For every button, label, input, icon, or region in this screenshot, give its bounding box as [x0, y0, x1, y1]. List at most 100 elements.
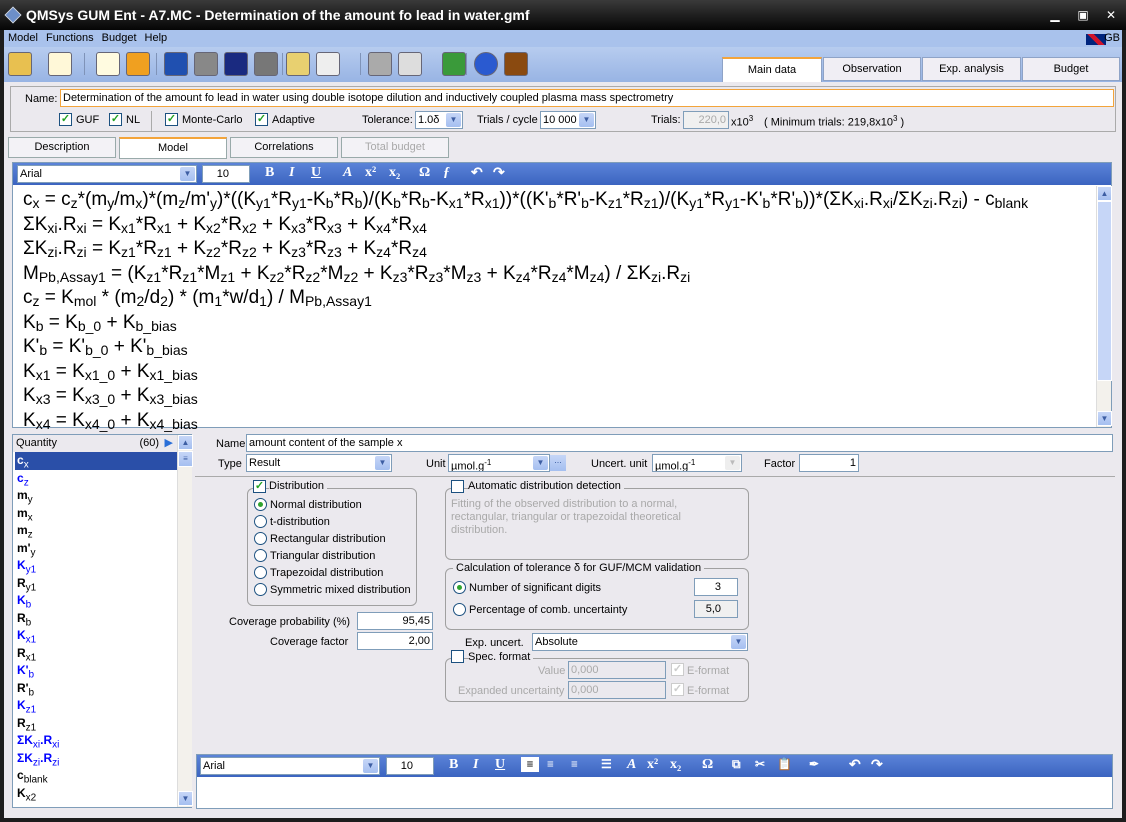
align-left-button[interactable]: ≡	[521, 757, 539, 772]
marker-icon[interactable]: ✒	[809, 757, 819, 772]
adaptive-checkbox[interactable]: ✓	[255, 113, 268, 126]
type-select[interactable]: Result ▼	[246, 454, 392, 472]
exp-uncert-select[interactable]: Absolute ▼	[532, 633, 748, 651]
factor-input[interactable]: 1	[799, 454, 859, 472]
save-icon[interactable]	[194, 52, 218, 76]
tab-budget[interactable]: Budget	[1022, 57, 1120, 81]
font-color-icon[interactable]: A	[343, 165, 352, 181]
quantity-item[interactable]: ΣKxi.Rxi	[15, 732, 177, 750]
auto-detect-checkbox[interactable]	[451, 480, 464, 493]
coverage-probability-input[interactable]: 95,45	[357, 612, 433, 630]
uncert-unit-select[interactable]: µmol.g-1 ▼	[652, 454, 742, 472]
underline-button[interactable]: U	[495, 757, 505, 773]
distribution-checkbox[interactable]: ✓	[253, 480, 266, 493]
quantity-name-input[interactable]: amount content of the sample x	[246, 434, 1113, 452]
undo-icon[interactable]: ↶	[471, 165, 483, 182]
export-excel-icon[interactable]	[442, 52, 466, 76]
quantity-item[interactable]: mz	[15, 522, 177, 540]
bold-button[interactable]: B	[265, 165, 274, 181]
align-right-button[interactable]: ≡	[571, 757, 578, 772]
bullet-list-button[interactable]: ☰	[601, 757, 612, 772]
italic-button[interactable]: I	[473, 757, 478, 773]
superscript-button[interactable]: x²	[647, 757, 658, 773]
maximize-button[interactable]: ▣	[1076, 8, 1090, 22]
redo-icon[interactable]: ↷	[493, 165, 505, 182]
redo-icon[interactable]: ↷	[871, 757, 883, 774]
percentage-radio[interactable]	[453, 603, 466, 616]
monte-carlo-icon[interactable]	[126, 52, 150, 76]
quantity-item[interactable]: Kz1	[15, 697, 177, 715]
exit-icon[interactable]	[504, 52, 528, 76]
font-size-stepper[interactable]: 10	[386, 757, 434, 775]
calculator-icon[interactable]	[368, 52, 392, 76]
coverage-factor-input[interactable]: 2,00	[357, 632, 433, 650]
monte-carlo-checkbox[interactable]: ✓	[165, 113, 178, 126]
menu-budget[interactable]: Budget	[102, 32, 137, 44]
quantity-item[interactable]: Ky1	[15, 557, 177, 575]
cut-icon[interactable]: ✂	[755, 757, 765, 772]
function-icon[interactable]: ƒ	[443, 165, 450, 181]
superscript-button[interactable]: x²	[365, 165, 376, 181]
distribution-radio[interactable]	[254, 583, 267, 596]
close-window-button[interactable]: ✕	[1104, 8, 1118, 22]
quantity-item[interactable]: Kx1	[15, 627, 177, 645]
expand-arrow-icon[interactable]: ▶	[165, 435, 173, 452]
guf-checkbox[interactable]: ✓	[59, 113, 72, 126]
language-label[interactable]: GB	[1104, 30, 1120, 47]
font-size-stepper[interactable]: 10	[202, 165, 250, 183]
print-icon[interactable]	[398, 52, 422, 76]
trials-cycle-select[interactable]: 10 000 ▼	[540, 111, 596, 129]
font-select[interactable]: Arial ▼	[17, 165, 197, 183]
help-icon[interactable]	[474, 52, 498, 76]
underline-button[interactable]: U	[311, 165, 321, 181]
quantity-item[interactable]: m'y	[15, 540, 177, 558]
copy-icon[interactable]: ⧉	[732, 757, 741, 772]
sig-digits-radio[interactable]	[453, 581, 466, 594]
quantity-item[interactable]: mx	[15, 505, 177, 523]
quantity-item[interactable]: Kx2	[15, 785, 177, 803]
paste-icon[interactable]: 📋	[777, 757, 792, 772]
minimize-button[interactable]: ▁	[1048, 8, 1062, 22]
distribution-radio[interactable]	[254, 566, 267, 579]
italic-button[interactable]: I	[289, 165, 294, 181]
tab-main-data[interactable]: Main data	[722, 57, 822, 82]
font-select[interactable]: Arial ▼	[200, 757, 380, 775]
menu-help[interactable]: Help	[145, 32, 168, 44]
subscript-button[interactable]: x₂	[670, 757, 681, 773]
quantity-item[interactable]: Rz1	[15, 715, 177, 733]
distribution-radio[interactable]	[254, 532, 267, 545]
bold-button[interactable]: B	[449, 757, 458, 773]
notes-editor[interactable]: Arial ▼ 10 B I U ≡ ≡ ≡ ☰ A x² x₂ Ω ⧉ ✂ 📋 …	[196, 754, 1113, 809]
quantity-item[interactable]: cz	[15, 470, 177, 488]
tolerance-select[interactable]: 1.0δ ▼	[415, 111, 463, 129]
quantity-item[interactable]: R'b	[15, 680, 177, 698]
quantity-item[interactable]: cx	[15, 452, 177, 470]
tab-description[interactable]: Description	[8, 137, 116, 158]
tab-model[interactable]: Model	[119, 137, 227, 159]
quantity-item[interactable]: cblank	[15, 767, 177, 785]
symbol-omega-icon[interactable]: Ω	[419, 165, 430, 181]
delete-icon[interactable]	[164, 52, 188, 76]
quantity-item[interactable]: my	[15, 487, 177, 505]
distribution-radio[interactable]	[254, 515, 267, 528]
save-as-icon[interactable]	[224, 52, 248, 76]
menu-functions[interactable]: Functions	[46, 32, 94, 44]
quantity-item[interactable]: ΣKzi.Rzi	[15, 750, 177, 768]
model-name-input[interactable]: Determination of the amount fo lead in w…	[60, 89, 1114, 107]
quantity-item[interactable]: Ry1	[15, 575, 177, 593]
nl-checkbox[interactable]: ✓	[109, 113, 122, 126]
recalculate-icon[interactable]	[96, 52, 120, 76]
close-icon[interactable]	[254, 52, 278, 76]
unit-select[interactable]: µmol.g-1 ▼	[448, 454, 550, 472]
tab-observation[interactable]: Observation	[823, 57, 921, 81]
distribution-radio[interactable]	[254, 498, 267, 511]
tab-exp-analysis[interactable]: Exp. analysis	[922, 57, 1021, 81]
quantity-item[interactable]: Kb	[15, 592, 177, 610]
model-equation-editor[interactable]: Arial ▼ 10 B I U A x² x₂ Ω ƒ ↶ ↷ cx = cz*…	[12, 162, 1112, 431]
font-color-icon[interactable]: A	[627, 757, 636, 773]
copy-icon[interactable]	[316, 52, 340, 76]
spec-format-checkbox[interactable]	[451, 650, 464, 663]
editor-scrollbar[interactable]: ▲ ▼	[1096, 186, 1112, 427]
settings-icon[interactable]	[286, 52, 310, 76]
quantity-item[interactable]: Rx1	[15, 645, 177, 663]
